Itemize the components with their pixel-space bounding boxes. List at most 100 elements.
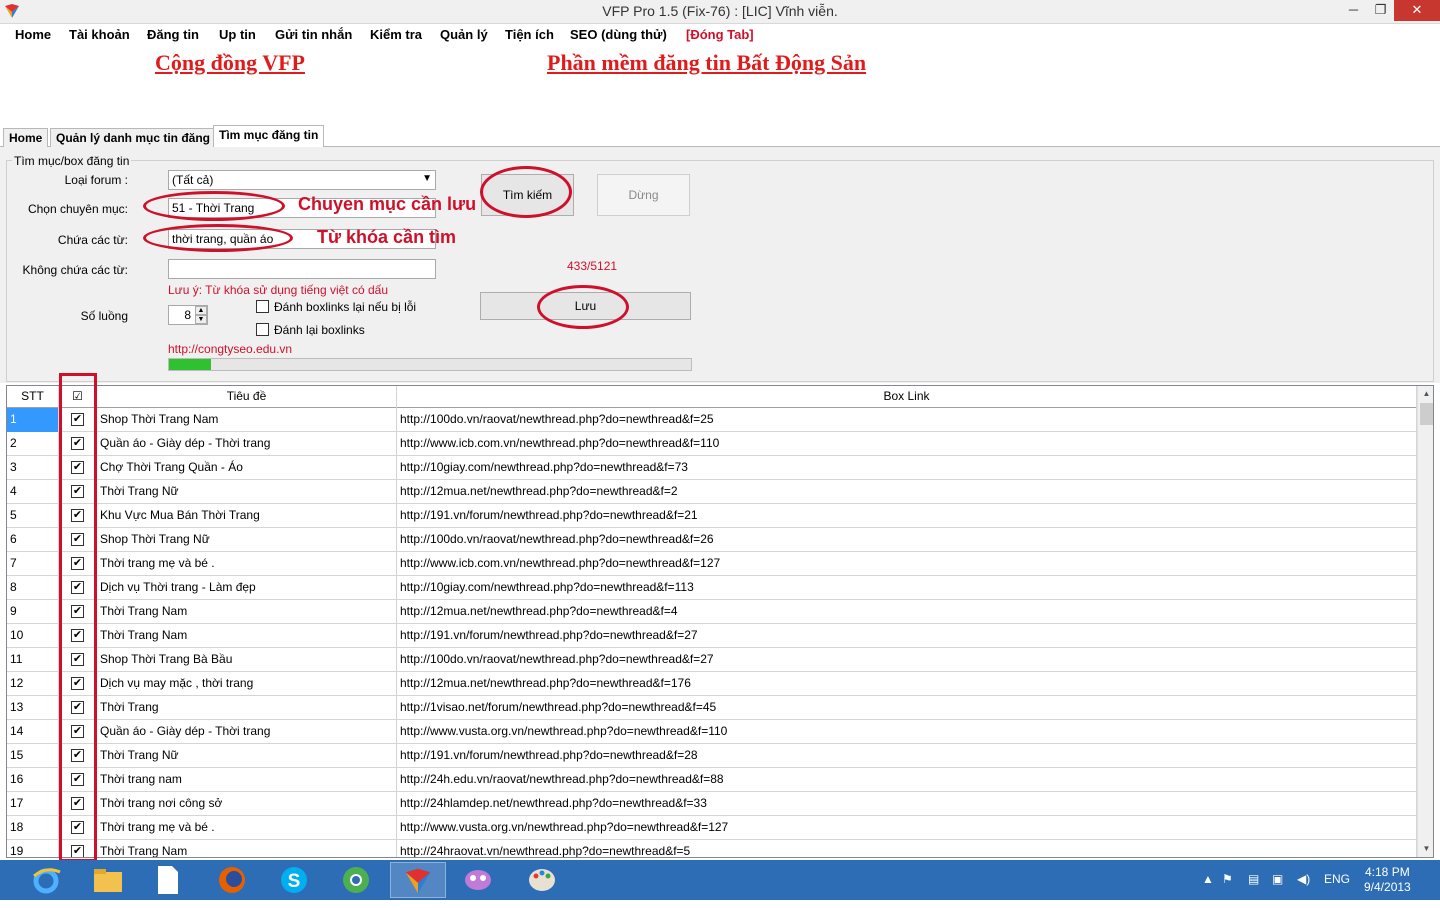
tab-find-categories[interactable]: Tìm mục đăng tin bbox=[213, 125, 325, 148]
table-row[interactable]: 13 ✔ Thời Trang http://1visao.net/forum/new… bbox=[7, 696, 1417, 720]
header-stt[interactable]: STT bbox=[7, 386, 59, 408]
row-title[interactable]: Thời trang nam bbox=[97, 768, 397, 792]
menu-up[interactable]: Up tin bbox=[219, 27, 256, 42]
close-button[interactable]: ✕ bbox=[1394, 0, 1440, 21]
row-stt[interactable]: 15 bbox=[7, 744, 59, 768]
menu-post[interactable]: Đăng tin bbox=[147, 27, 199, 42]
vfp-icon[interactable] bbox=[390, 862, 446, 898]
table-row[interactable]: 2 ✔ Quần áo - Giày dép - Thời trang http://… bbox=[7, 432, 1417, 456]
internet-explorer-icon[interactable] bbox=[18, 862, 74, 898]
row-title[interactable]: Thời Trang Nam bbox=[97, 624, 397, 648]
row-title[interactable]: Thời trang mẹ và bé . bbox=[97, 552, 397, 576]
row-title[interactable]: Quần áo - Giày dép - Thời trang bbox=[97, 432, 397, 456]
row-stt[interactable]: 8 bbox=[7, 576, 59, 600]
row-box-link[interactable]: http://www.vusta.org.vn/newthread.php?do… bbox=[397, 720, 1417, 744]
firefox-icon[interactable] bbox=[204, 862, 260, 898]
row-stt[interactable]: 6 bbox=[7, 528, 59, 552]
row-stt[interactable]: 13 bbox=[7, 696, 59, 720]
row-box-link[interactable]: http://www.vusta.org.vn/newthread.php?do… bbox=[397, 816, 1417, 840]
table-row[interactable]: 15 ✔ Thời Trang Nữ http://191.vn/forum/newt… bbox=[7, 744, 1417, 768]
row-title[interactable]: Thời Trang Nữ bbox=[97, 744, 397, 768]
row-stt[interactable]: 18 bbox=[7, 816, 59, 840]
spin-down-icon[interactable]: ▼ bbox=[195, 315, 207, 324]
menu-close-tab[interactable]: [Đóng Tab] bbox=[686, 27, 754, 42]
table-row[interactable]: 19 ✔ Thời Trang Nam http://24hraovat.vn/new… bbox=[7, 840, 1417, 857]
minimize-button[interactable]: ─ bbox=[1340, 0, 1367, 21]
row-box-link[interactable]: http://24hraovat.vn/newthread.php?do=new… bbox=[397, 840, 1417, 857]
row-title[interactable]: Thời Trang Nam bbox=[97, 840, 397, 857]
spin-up-icon[interactable]: ▲ bbox=[195, 306, 207, 315]
row-stt[interactable]: 12 bbox=[7, 672, 59, 696]
row-box-link[interactable]: http://10giay.com/newthread.php?do=newth… bbox=[397, 456, 1417, 480]
site-url[interactable]: http://congtyseo.edu.vn bbox=[168, 342, 292, 356]
tab-home[interactable]: Home bbox=[3, 128, 49, 147]
row-title[interactable]: Thời trang mẹ và bé . bbox=[97, 816, 397, 840]
table-row[interactable]: 18 ✔ Thời trang mẹ và bé . http://www.vusta… bbox=[7, 816, 1417, 840]
row-stt[interactable]: 7 bbox=[7, 552, 59, 576]
row-box-link[interactable]: http://12mua.net/newthread.php?do=newthr… bbox=[397, 600, 1417, 624]
menu-seo[interactable]: SEO (dùng thử) bbox=[570, 27, 667, 42]
row-title[interactable]: Shop Thời Trang Nữ bbox=[97, 528, 397, 552]
table-row[interactable]: 8 ✔ Dịch vụ Thời trang - Làm đẹp http://10g… bbox=[7, 576, 1417, 600]
not-contains-input[interactable] bbox=[168, 259, 436, 279]
relink-checkbox[interactable] bbox=[256, 323, 269, 336]
scroll-down-icon[interactable]: ▼ bbox=[1418, 841, 1433, 857]
row-box-link[interactable]: http://www.icb.com.vn/newthread.php?do=n… bbox=[397, 552, 1417, 576]
row-box-link[interactable]: http://12mua.net/newthread.php?do=newthr… bbox=[397, 480, 1417, 504]
header-box-link[interactable]: Box Link bbox=[397, 386, 1417, 408]
table-row[interactable]: 5 ✔ Khu Vực Mua Bán Thời Trang http://191.v… bbox=[7, 504, 1417, 528]
row-title[interactable]: Chợ Thời Trang Quần - Áo bbox=[97, 456, 397, 480]
stop-button[interactable]: Dừng bbox=[597, 174, 690, 216]
row-stt[interactable]: 14 bbox=[7, 720, 59, 744]
row-stt[interactable]: 5 bbox=[7, 504, 59, 528]
row-stt[interactable]: 9 bbox=[7, 600, 59, 624]
row-box-link[interactable]: http://www.icb.com.vn/newthread.php?do=n… bbox=[397, 432, 1417, 456]
table-row[interactable]: 7 ✔ Thời trang mẹ và bé . http://www.icb.co… bbox=[7, 552, 1417, 576]
row-stt[interactable]: 11 bbox=[7, 648, 59, 672]
table-row[interactable]: 1 ✔ Shop Thời Trang Nam http://100do.vn/rao… bbox=[7, 408, 1417, 432]
paint-icon[interactable] bbox=[514, 862, 570, 898]
row-stt[interactable]: 16 bbox=[7, 768, 59, 792]
row-stt[interactable]: 1 bbox=[7, 408, 59, 432]
row-stt[interactable]: 10 bbox=[7, 624, 59, 648]
network-icon[interactable]: ▤ bbox=[1248, 872, 1259, 886]
volume-icon[interactable]: ◀) bbox=[1297, 872, 1310, 886]
document-icon[interactable] bbox=[140, 862, 196, 898]
row-box-link[interactable]: http://12mua.net/newthread.php?do=newthr… bbox=[397, 672, 1417, 696]
row-box-link[interactable]: http://191.vn/forum/newthread.php?do=new… bbox=[397, 504, 1417, 528]
row-stt[interactable]: 3 bbox=[7, 456, 59, 480]
header-title[interactable]: Tiêu đề bbox=[97, 386, 397, 408]
table-row[interactable]: 17 ✔ Thời trang nơi công sở http://24hlamde… bbox=[7, 792, 1417, 816]
row-title[interactable]: Shop Thời Trang Bà Bầu bbox=[97, 648, 397, 672]
row-title[interactable]: Thời Trang Nữ bbox=[97, 480, 397, 504]
row-title[interactable]: Dịch vụ Thời trang - Làm đẹp bbox=[97, 576, 397, 600]
menu-check[interactable]: Kiểm tra bbox=[370, 27, 422, 42]
row-title[interactable]: Thời trang nơi công sở bbox=[97, 792, 397, 816]
menu-manage[interactable]: Quản lý bbox=[440, 27, 488, 42]
table-row[interactable]: 14 ✔ Quần áo - Giày dép - Thời trang http:/… bbox=[7, 720, 1417, 744]
language-indicator[interactable]: ENG bbox=[1324, 872, 1350, 886]
row-box-link[interactable]: http://24h.edu.vn/raovat/newthread.php?d… bbox=[397, 768, 1417, 792]
table-row[interactable]: 3 ✔ Chợ Thời Trang Quần - Áo http://10giay.… bbox=[7, 456, 1417, 480]
show-hidden-icons-icon[interactable]: ▲ bbox=[1202, 872, 1214, 886]
row-title[interactable]: Thời Trang bbox=[97, 696, 397, 720]
row-title[interactable]: Thời Trang Nam bbox=[97, 600, 397, 624]
repost-checkbox[interactable] bbox=[256, 300, 269, 313]
row-box-link[interactable]: http://191.vn/forum/newthread.php?do=new… bbox=[397, 624, 1417, 648]
row-stt[interactable]: 17 bbox=[7, 792, 59, 816]
table-row[interactable]: 10 ✔ Thời Trang Nam http://191.vn/forum/new… bbox=[7, 624, 1417, 648]
table-row[interactable]: 11 ✔ Shop Thời Trang Bà Bầu http://100do.vn… bbox=[7, 648, 1417, 672]
row-box-link[interactable]: http://100do.vn/raovat/newthread.php?do=… bbox=[397, 528, 1417, 552]
row-title[interactable]: Dịch vụ may mặc , thời trang bbox=[97, 672, 397, 696]
maximize-button[interactable]: ❐ bbox=[1367, 0, 1394, 21]
row-stt[interactable]: 4 bbox=[7, 480, 59, 504]
table-row[interactable]: 4 ✔ Thời Trang Nữ http://12mua.net/newthrea… bbox=[7, 480, 1417, 504]
vertical-scrollbar[interactable]: ▲ ▼ bbox=[1417, 386, 1433, 857]
row-stt[interactable]: 19 bbox=[7, 840, 59, 857]
table-row[interactable]: 16 ✔ Thời trang nam http://24h.edu.vn/raova… bbox=[7, 768, 1417, 792]
row-title[interactable]: Khu Vực Mua Bán Thời Trang bbox=[97, 504, 397, 528]
menu-home[interactable]: Home bbox=[15, 27, 51, 42]
row-box-link[interactable]: http://100do.vn/raovat/newthread.php?do=… bbox=[397, 408, 1417, 432]
row-box-link[interactable]: http://24hlamdep.net/newthread.php?do=ne… bbox=[397, 792, 1417, 816]
scroll-thumb[interactable] bbox=[1420, 403, 1433, 425]
